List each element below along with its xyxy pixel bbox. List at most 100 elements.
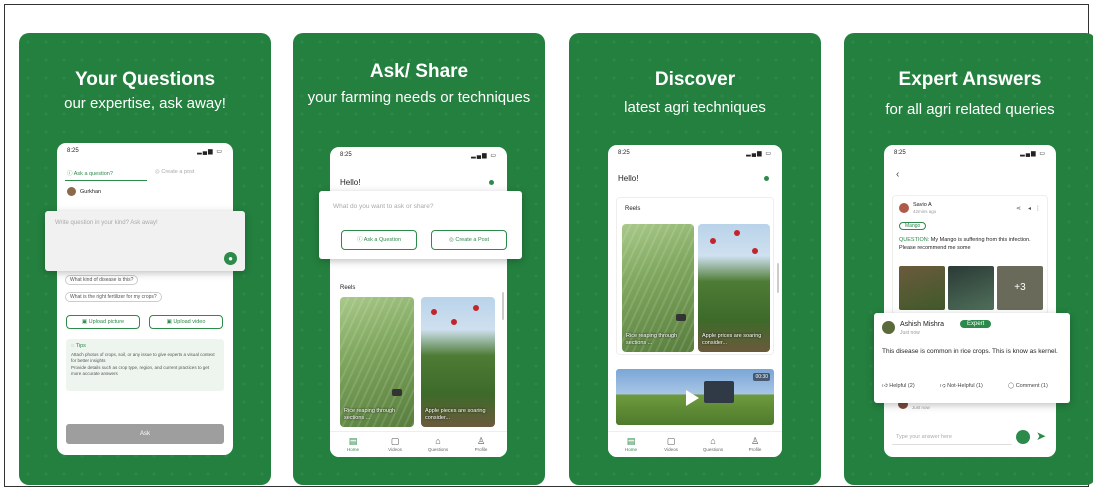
ask-share-popup: What do you want to ask or share? ⓘ Ask … xyxy=(319,191,522,259)
avatar xyxy=(882,321,895,334)
question-label: QUESTION: xyxy=(899,237,930,243)
tab-ask-label: Ask a question? xyxy=(73,171,113,177)
nav-profile[interactable]: ♙ Profile xyxy=(742,436,768,452)
ask-question-button[interactable]: ⓘ Ask a Question xyxy=(341,230,417,250)
helpful-label: Helpful (2) xyxy=(889,383,915,389)
comment-icon: ◯ xyxy=(1008,383,1015,389)
nav-label: Profile xyxy=(474,447,488,452)
harvester-image xyxy=(704,381,734,403)
status-time: 8:25 xyxy=(618,150,630,156)
microphone-icon[interactable] xyxy=(1016,430,1030,444)
reel-caption: Apple pieces are soaring consider... xyxy=(425,408,486,421)
tip-item: Attach photos of crops, soil, or any iss… xyxy=(71,352,215,363)
expert-badge: Expert xyxy=(960,320,992,328)
post-icon: ◎ xyxy=(155,169,160,175)
ask-button[interactable]: Ask xyxy=(66,424,224,444)
nav-videos[interactable]: ▢ Videos xyxy=(382,436,408,452)
send-icon[interactable]: ➤ xyxy=(1036,429,1046,443)
play-icon[interactable] xyxy=(686,390,699,406)
not-helpful-label: Not-Helpful (1) xyxy=(947,383,983,389)
question-input[interactable]: Write question in your kind? Ask away! xyxy=(55,220,158,226)
create-post-button[interactable]: ◎ Create a Post xyxy=(431,230,507,250)
upload-video-button[interactable]: ▣ Upload video xyxy=(149,315,223,329)
nav-label: Questions xyxy=(702,447,724,452)
scrollbar[interactable] xyxy=(777,263,779,293)
nav-home[interactable]: ▤ Home xyxy=(340,436,366,452)
card-ask-share: Ask/ Share your farming needs or techniq… xyxy=(293,33,545,485)
greeting: Hello! xyxy=(618,174,639,183)
reels-label: Reels xyxy=(625,206,641,212)
apple-image xyxy=(431,309,437,315)
video-card[interactable]: 00:30 xyxy=(616,369,774,425)
reel-card[interactable]: Apple prices are soaring consider... xyxy=(698,224,770,352)
signal-icon: ▂▄▆ ▭ xyxy=(1020,151,1046,157)
nav-profile[interactable]: ♙ Profile xyxy=(468,436,494,452)
scrollbar[interactable] xyxy=(502,292,504,320)
microphone-icon[interactable]: ● xyxy=(224,252,237,265)
card-title: Your Questions xyxy=(74,69,216,90)
card-subtitle: your farming needs or techniques xyxy=(307,89,531,106)
crop-tag[interactable]: Mango xyxy=(899,222,927,230)
answer-input[interactable]: Type your answer here xyxy=(892,429,1012,445)
back-arrow-icon[interactable]: ‹ xyxy=(896,169,899,180)
post-image[interactable] xyxy=(948,266,994,310)
signal-icon: ▂▄▆ ▭ xyxy=(746,151,772,157)
question-input-popup[interactable]: Write question in your kind? Ask away! ● xyxy=(45,211,245,271)
reply-time: Just now xyxy=(912,405,930,410)
ask-share-input[interactable]: What do you want to ask or share? xyxy=(333,203,433,210)
avatar xyxy=(67,187,76,196)
screenshot-frame: Your Questions our expertise, ask away! … xyxy=(4,4,1093,487)
more-images[interactable]: +3 xyxy=(997,266,1043,310)
comment-button[interactable]: ◯ Comment (1) xyxy=(1008,383,1048,389)
reel-card[interactable]: Apple pieces are soaring consider... xyxy=(421,297,495,427)
status-time: 8:25 xyxy=(67,148,79,154)
notification-bell-icon[interactable] xyxy=(489,180,494,185)
comment-label: Comment (1) xyxy=(1015,383,1048,389)
status-bar: 8:25 ▂▄▆ ▭ xyxy=(67,148,223,158)
notification-bell-icon[interactable] xyxy=(764,176,769,181)
nav-questions[interactable]: ⌂ Questions xyxy=(700,436,726,452)
post-image[interactable] xyxy=(899,266,945,310)
helpful-button[interactable]: 👍︎ Helpful (2) xyxy=(882,383,915,389)
tab-ask-question[interactable]: ⓘ Ask a question? xyxy=(67,169,113,177)
nav-questions[interactable]: ⌂ Questions xyxy=(425,436,451,452)
poster-time: 42mins ago xyxy=(913,209,937,214)
tab-create-post[interactable]: ◎ Create a post xyxy=(155,169,194,175)
status-time: 8:25 xyxy=(894,150,906,156)
card-expert-answers: Expert Answers for all agri related quer… xyxy=(844,33,1093,485)
tips-box: ◌ Tips Attach photos of crops, soil, or … xyxy=(66,339,224,391)
reel-card[interactable]: Rice reaping through sections ... xyxy=(622,224,694,352)
card-title: Expert Answers xyxy=(898,69,1042,90)
phone-screen: 8:25 ▂▄▆ ▭ ‹ Savio A 42mins ago ⋖ ◂ ⋮ Ma… xyxy=(884,145,1056,457)
camera-icon: ▣ xyxy=(81,319,88,325)
phone-screen: 8:25 ▂▄▆ ▭ Hello! Reels Rice reaping thr… xyxy=(608,145,782,457)
speaker-icon[interactable]: ◂ xyxy=(1028,205,1031,212)
more-menu-icon[interactable]: ⋮ xyxy=(1035,205,1041,212)
reel-caption: Apple prices are soaring consider... xyxy=(702,333,762,346)
expert-time: Just now xyxy=(900,330,920,336)
expert-answer: This disease is common in rice crops. Th… xyxy=(882,348,1058,355)
bottom-nav: ▤ Home ▢ Videos ⌂ Questions ♙ Profile xyxy=(608,431,782,457)
question-icon: ⓘ xyxy=(67,171,73,177)
apple-image xyxy=(710,238,716,244)
ask-question-label: Ask a Question xyxy=(363,237,402,243)
reel-card[interactable]: Rice reaping through sections ... xyxy=(340,297,414,427)
apple-image xyxy=(451,319,457,325)
apple-image xyxy=(473,305,479,311)
nav-videos[interactable]: ▢ Videos xyxy=(658,436,684,452)
card-title: Ask/ Share xyxy=(369,61,469,82)
nav-label: Videos xyxy=(664,447,678,452)
home-icon: ▤ xyxy=(626,436,636,446)
suggestion-chip[interactable]: What kind of disease is this? xyxy=(65,275,139,285)
card-subtitle: for all agri related queries xyxy=(885,101,1055,118)
lightbulb-icon: ◌ xyxy=(71,343,75,349)
video-icon: ▢ xyxy=(390,436,400,446)
suggestion-chip[interactable]: What is the right fertilizer for my crop… xyxy=(65,292,162,302)
tip-item: Provide details such as crop type, regio… xyxy=(71,365,210,376)
nav-label: Profile xyxy=(748,447,762,452)
not-helpful-button[interactable]: 👎︎ Not-Helpful (1) xyxy=(940,383,983,389)
share-icon[interactable]: ⋖ xyxy=(1016,205,1021,212)
upload-picture-button[interactable]: ▣ Upload picture xyxy=(66,315,140,329)
card-subtitle: latest agri techniques xyxy=(624,99,766,116)
nav-home[interactable]: ▤ Home xyxy=(618,436,644,452)
